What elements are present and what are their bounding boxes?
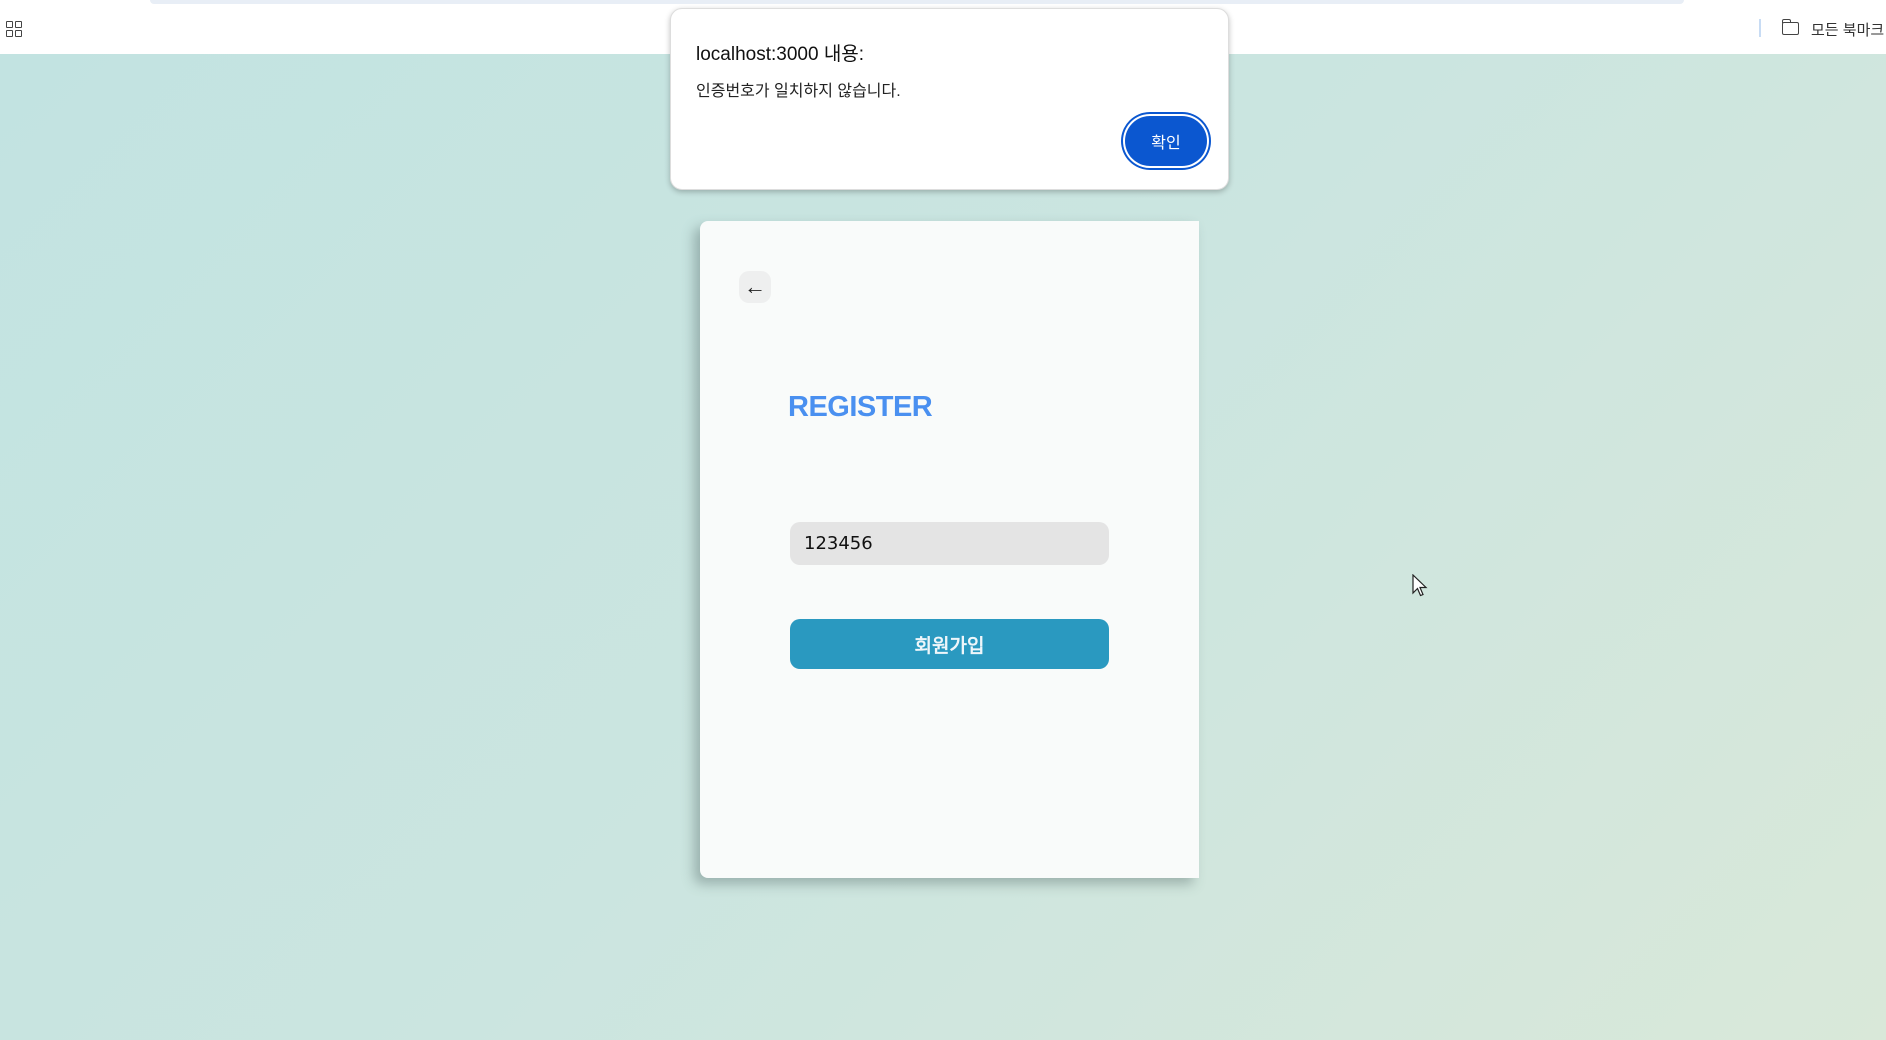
arrow-left-icon: ← — [744, 274, 766, 299]
dialog-title: localhost:3000 내용: — [696, 44, 865, 65]
all-bookmarks-link[interactable]: 모든 북마크 — [1811, 19, 1884, 40]
dialog-message: 인증번호가 일치하지 않습니다. — [696, 83, 901, 100]
register-button[interactable]: 회원가입 — [790, 619, 1109, 669]
alert-dialog: localhost:3000 내용: 인증번호가 일치하지 않습니다. 확인 — [670, 8, 1229, 190]
apps-grid-icon[interactable] — [6, 21, 22, 37]
bookmark-divider — [1759, 19, 1761, 37]
page-title: REGISTER — [788, 391, 933, 423]
ok-button[interactable]: 확인 — [1125, 116, 1207, 166]
address-bar-edge[interactable] — [150, 0, 1684, 4]
back-button[interactable]: ← — [739, 271, 771, 303]
verification-code-input[interactable] — [790, 522, 1109, 565]
folder-icon[interactable] — [1781, 19, 1799, 35]
register-card: ← REGISTER 회원가입 — [700, 221, 1199, 878]
